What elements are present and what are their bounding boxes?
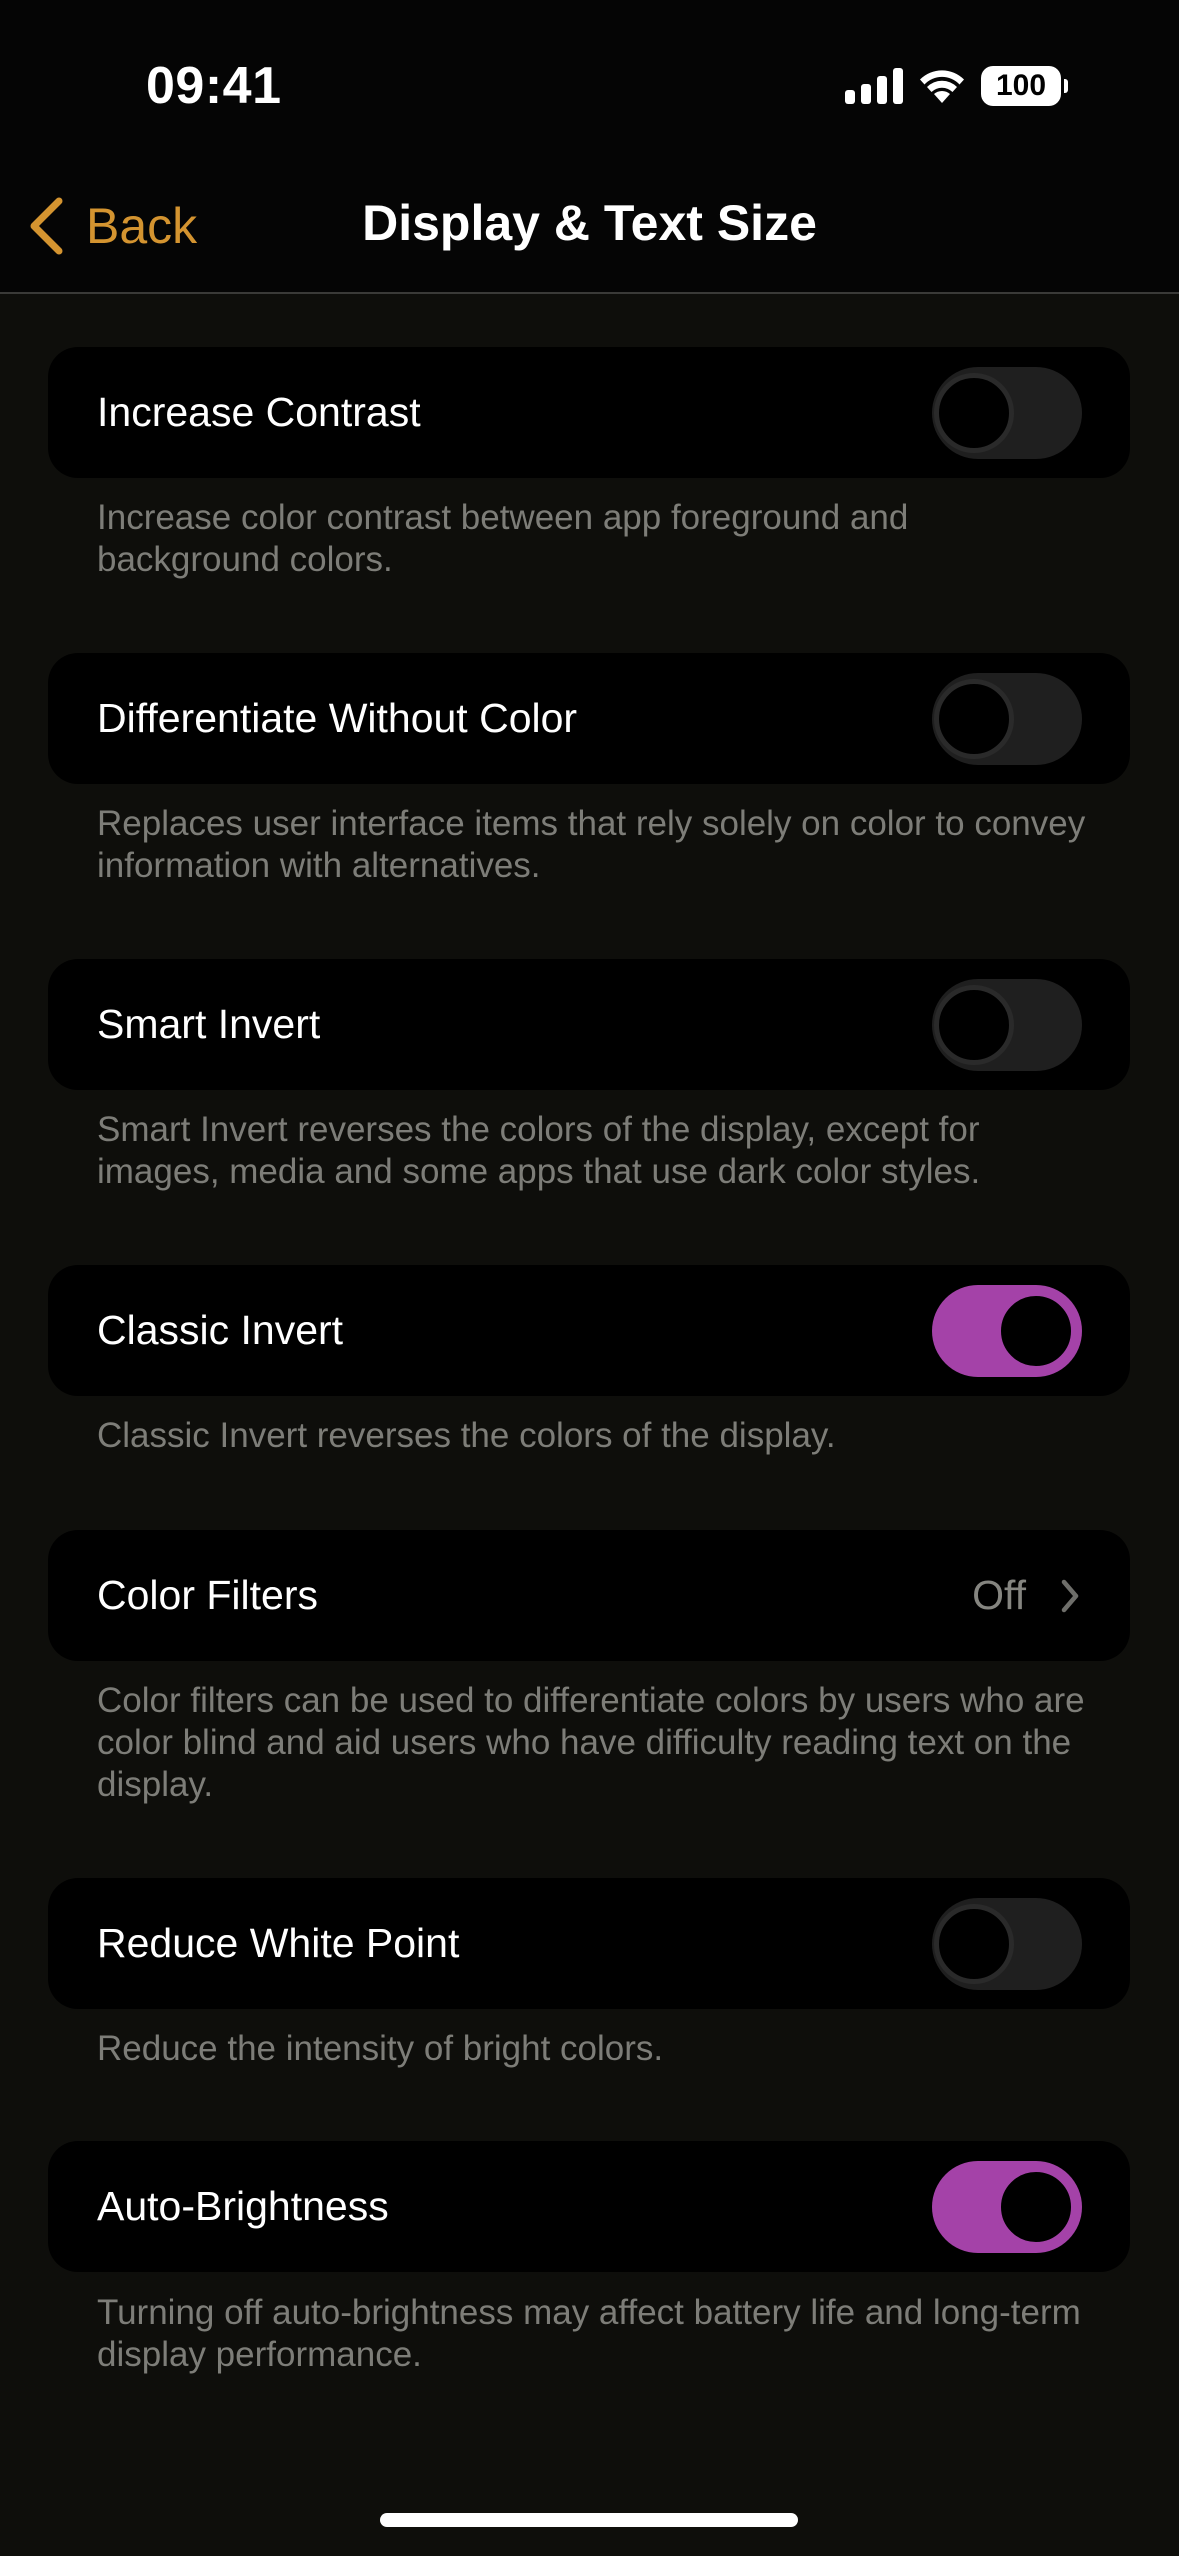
toggle-knob: [996, 2166, 1076, 2247]
setting-row-reduce-white-point: Reduce White Point: [48, 1878, 1130, 2009]
setting-label: Auto-Brightness: [97, 2183, 389, 2229]
reduce-white-point-toggle[interactable]: [932, 1897, 1082, 1990]
color-filters-value: Off: [972, 1572, 1026, 1618]
cellular-signal-icon: [845, 68, 903, 104]
toggle-knob: [934, 372, 1014, 453]
setting-footer: Turning off auto-brightness may affect b…: [97, 2293, 1081, 2374]
toggle-knob: [934, 678, 1014, 759]
setting-footer: Smart Invert reverses the colors of the …: [97, 1110, 981, 1191]
setting-label: Color Filters: [97, 1572, 318, 1618]
battery-icon: 100: [981, 66, 1068, 106]
setting-row-smart-invert: Smart Invert: [48, 959, 1130, 1090]
status-time: 09:41: [146, 57, 282, 115]
setting-label: Classic Invert: [97, 1307, 344, 1353]
smart-invert-toggle[interactable]: [932, 978, 1082, 1071]
setting-row-classic-invert: Classic Invert: [48, 1265, 1130, 1396]
toggle-knob: [934, 1903, 1014, 1984]
classic-invert-toggle[interactable]: [932, 1284, 1082, 1377]
setting-label: Differentiate Without Color: [97, 695, 578, 741]
setting-row-differentiate-without-color: Differentiate Without Color: [48, 653, 1130, 784]
increase-contrast-toggle[interactable]: [932, 366, 1082, 459]
setting-footer: Classic Invert reverses the colors of th…: [97, 1416, 836, 1455]
setting-row-color-filters[interactable]: Color Filters Off: [48, 1530, 1130, 1661]
wifi-icon: [917, 67, 967, 105]
page-title: Display & Text Size: [362, 195, 817, 251]
navigation-header: 09:41 100 Back Display & Text Size: [0, 0, 1179, 294]
chevron-right-icon: [1061, 1579, 1079, 1612]
toggle-knob: [996, 1290, 1076, 1371]
differentiate-without-color-toggle[interactable]: [932, 672, 1082, 765]
setting-row-auto-brightness: Auto-Brightness: [48, 2141, 1130, 2272]
auto-brightness-toggle[interactable]: [932, 2160, 1082, 2253]
setting-label: Increase Contrast: [97, 389, 421, 435]
setting-label: Reduce White Point: [97, 1920, 460, 1966]
setting-footer: Replaces user interface items that rely …: [97, 804, 1086, 885]
setting-label: Smart Invert: [97, 1001, 321, 1047]
status-icons: 100: [845, 64, 1068, 108]
toggle-knob: [934, 984, 1014, 1065]
home-indicator[interactable]: [380, 2513, 798, 2527]
setting-footer: Increase color contrast between app fore…: [97, 498, 909, 579]
setting-row-increase-contrast: Increase Contrast: [48, 347, 1130, 478]
setting-footer: Reduce the intensity of bright colors.: [97, 2029, 664, 2068]
setting-footer: Color filters can be used to differentia…: [97, 1681, 1085, 1804]
